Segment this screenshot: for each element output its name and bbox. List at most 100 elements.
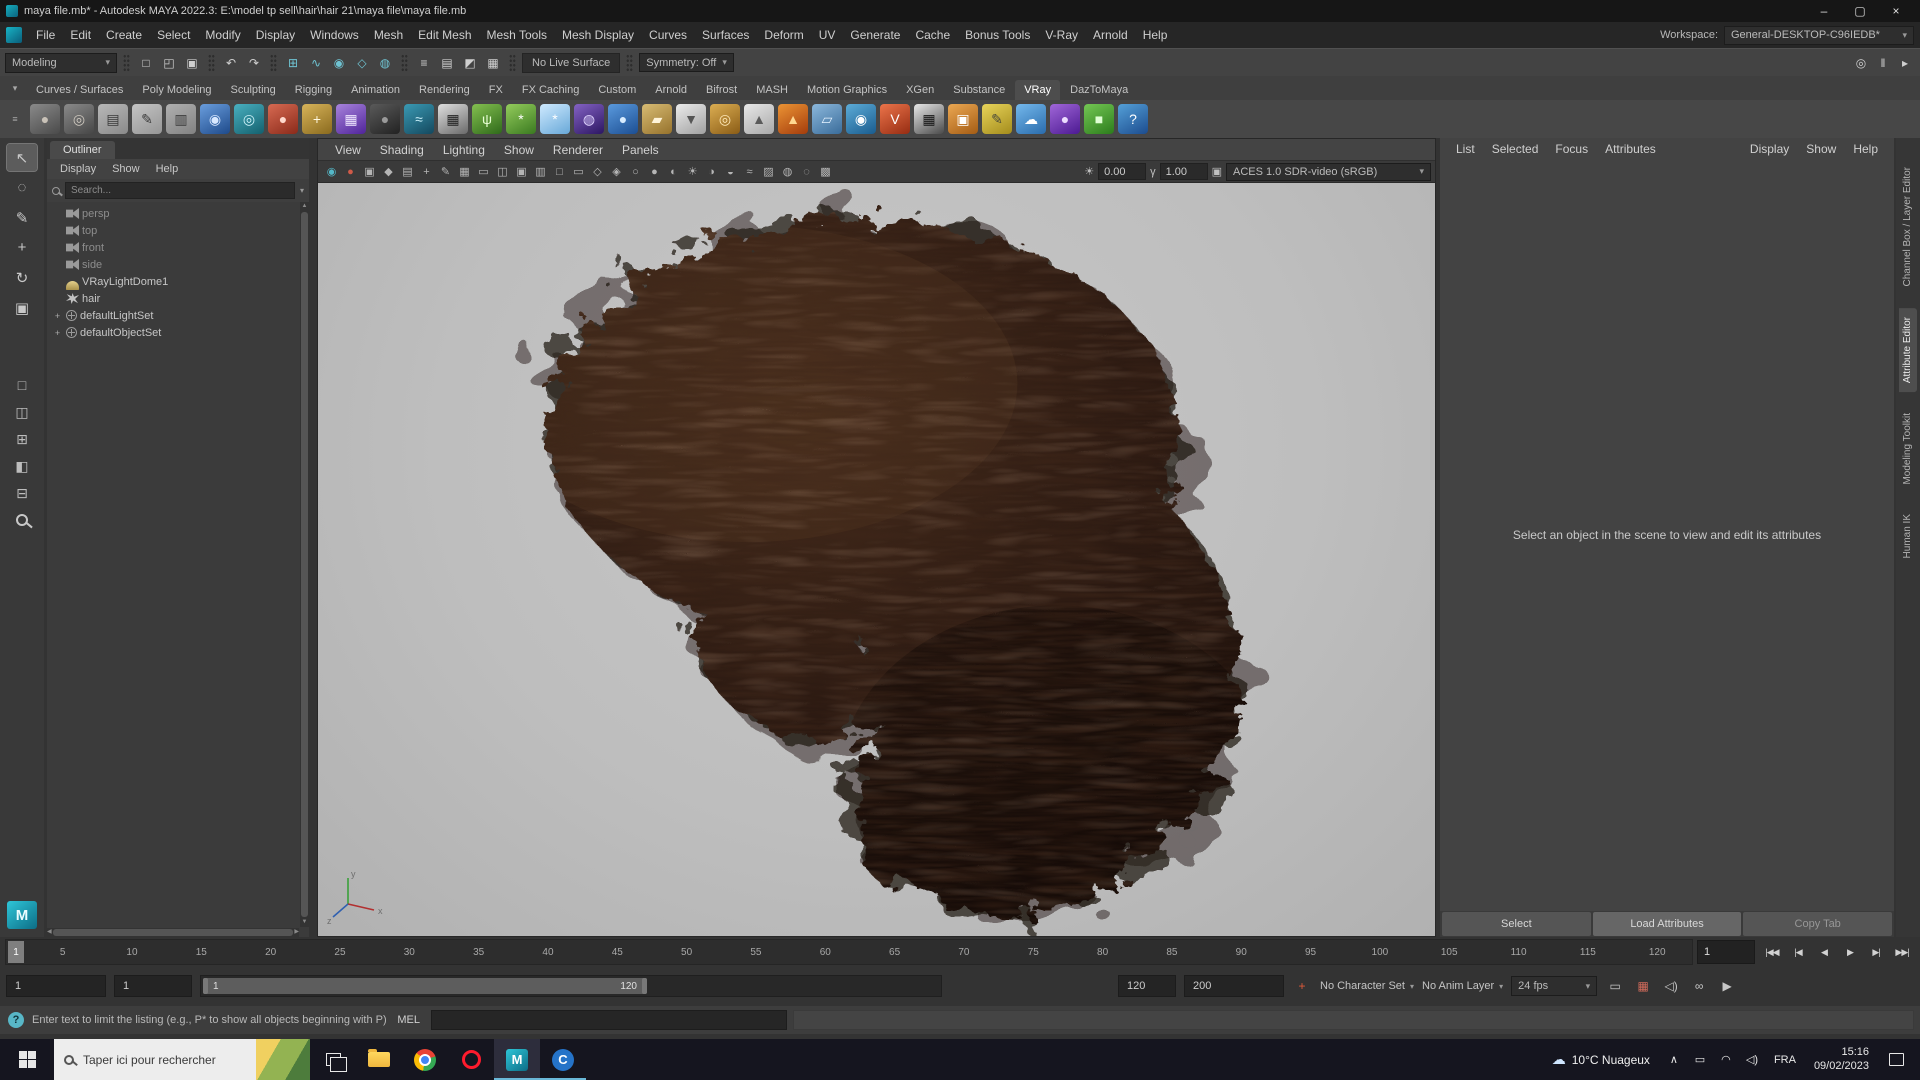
outliner-item[interactable]: persp xyxy=(47,205,299,222)
sidebar-tab[interactable]: Channel Box / Layer Editor xyxy=(1899,158,1917,296)
open-scene-icon[interactable]: ◰ xyxy=(159,53,179,73)
shelf-tab[interactable]: VRay xyxy=(1015,80,1061,100)
playback-start-field[interactable] xyxy=(114,975,192,997)
viewport-camera-icon[interactable]: ◉ xyxy=(322,163,341,181)
attribute-editor-button[interactable]: Load Attributes xyxy=(1592,912,1742,936)
gold-ring-icon[interactable]: ◎ xyxy=(710,104,740,134)
mute-audio-icon[interactable]: ◁) xyxy=(1661,976,1681,996)
shelf-tab[interactable]: Custom xyxy=(589,80,645,100)
play-backwards-button[interactable]: ◀ xyxy=(1811,940,1837,964)
snowflake-icon[interactable]: * xyxy=(540,104,570,134)
toolbar-grip[interactable] xyxy=(208,53,215,72)
language-indicator[interactable]: FRA xyxy=(1766,1054,1804,1066)
isolate-select-icon[interactable]: ◌ xyxy=(797,163,816,181)
menu-item[interactable]: Arnold xyxy=(1086,25,1135,45)
black-sphere-icon[interactable]: ● xyxy=(370,104,400,134)
menu-item[interactable]: Display xyxy=(249,25,302,45)
uv-checker-icon[interactable]: ▦ xyxy=(336,104,366,134)
menu-item[interactable]: Cache xyxy=(908,25,957,45)
maximize-button[interactable]: ▢ xyxy=(1842,1,1878,21)
daz-purple-icon[interactable]: ● xyxy=(1050,104,1080,134)
shelf-menu-icon[interactable]: ▾ xyxy=(4,83,26,94)
frame-all-icon[interactable]: ◇ xyxy=(588,163,607,181)
menu-item[interactable]: Surfaces xyxy=(695,25,756,45)
hypershade-icon[interactable]: ◩ xyxy=(460,53,480,73)
camera-attributes-icon[interactable]: ▣ xyxy=(360,163,379,181)
maya-taskbar-button[interactable]: M xyxy=(494,1039,540,1080)
multisample-icon[interactable]: ▨ xyxy=(759,163,778,181)
filter-chevron-icon[interactable]: ▾ xyxy=(300,186,304,195)
toolbar-grip[interactable] xyxy=(626,53,634,72)
move-tool[interactable]: + xyxy=(7,234,37,261)
menu-item[interactable]: Mesh Tools xyxy=(480,25,554,45)
exposure-field[interactable] xyxy=(1098,163,1147,180)
render-sphere-icon[interactable]: ● xyxy=(341,163,360,181)
shelf-tab[interactable]: MASH xyxy=(747,80,797,100)
grid-icon[interactable]: ▦ xyxy=(455,163,474,181)
outliner-search-input[interactable] xyxy=(65,182,295,199)
volume-icon[interactable]: ◁) xyxy=(1740,1039,1764,1080)
paint-selection-tool[interactable]: ✎ xyxy=(7,204,37,231)
image-plane-icon[interactable]: ▤ xyxy=(398,163,417,181)
fire-fx-icon[interactable]: ▲ xyxy=(778,104,808,134)
shelf-tab[interactable]: Arnold xyxy=(646,80,696,100)
menu-item[interactable]: Mesh Display xyxy=(555,25,641,45)
file-explorer-button[interactable] xyxy=(356,1039,402,1080)
vray-checker-icon[interactable]: ▦ xyxy=(914,104,944,134)
expand-toggle[interactable]: + xyxy=(52,328,63,338)
go-to-end-button[interactable]: ▶▶| xyxy=(1889,940,1915,964)
toolbar-grip[interactable] xyxy=(270,53,277,72)
auto-key-icon[interactable]: + xyxy=(1292,976,1312,996)
close-button[interactable]: × xyxy=(1878,1,1914,21)
shiny-sphere-icon[interactable]: ◉ xyxy=(200,104,230,134)
shelf-tab[interactable]: Rendering xyxy=(410,80,479,100)
resolution-gate-icon[interactable]: ◫ xyxy=(493,163,512,181)
workspace-select[interactable]: General-DESKTOP-C96IEDB* ▾ xyxy=(1724,25,1914,45)
outliner-item[interactable]: front xyxy=(47,239,299,256)
flower-icon[interactable]: * xyxy=(506,104,536,134)
task-view-button[interactable] xyxy=(310,1039,356,1080)
make-live-icon[interactable]: ◍ xyxy=(375,53,395,73)
fps-select[interactable]: 24 fps ▾ xyxy=(1511,976,1598,996)
gamma-icon[interactable]: γ xyxy=(1150,166,1156,178)
render-settings-icon[interactable]: ▤ xyxy=(437,53,457,73)
cone-primitive-icon[interactable]: ▲ xyxy=(744,104,774,134)
sketch-book-icon[interactable]: ✎ xyxy=(982,104,1012,134)
use-all-lights-icon[interactable]: ☀ xyxy=(683,163,702,181)
taskbar-search[interactable]: Taper ici pour rechercher xyxy=(54,1039,310,1080)
search-highlight-image[interactable] xyxy=(256,1039,310,1080)
scrollbar-thumb[interactable] xyxy=(52,929,294,936)
network-icon[interactable]: ◠ xyxy=(1714,1039,1738,1080)
fluid-sphere-icon[interactable]: ◉ xyxy=(846,104,876,134)
menu-item[interactable]: Deform xyxy=(757,25,810,45)
outliner-item[interactable]: + defaultObjectSet xyxy=(47,324,299,341)
toolbar-grip[interactable] xyxy=(123,53,130,72)
shadows-icon[interactable]: ◑ xyxy=(702,163,721,181)
scale-tool[interactable]: ▣ xyxy=(7,294,37,321)
menu-item[interactable]: Help xyxy=(1136,25,1175,45)
highlight-selection-icon[interactable]: ◎ xyxy=(1851,53,1871,73)
menu-item[interactable]: Modify xyxy=(198,25,247,45)
snap-to-curve-icon[interactable]: ∿ xyxy=(306,53,326,73)
attribute-editor-button[interactable]: Copy Tab xyxy=(1743,912,1893,936)
bookmark-icon[interactable]: ◆ xyxy=(379,163,398,181)
attribute-editor-menu-item[interactable]: Selected xyxy=(1484,140,1547,158)
menu-item[interactable]: Bonus Tools xyxy=(958,25,1037,45)
menu-item[interactable]: Windows xyxy=(303,25,366,45)
viewport-menu-item[interactable]: Shading xyxy=(371,141,433,159)
mel-command-input[interactable] xyxy=(430,1010,787,1030)
attribute-editor-menu-item[interactable]: List xyxy=(1448,140,1483,158)
menu-item[interactable]: V-Ray xyxy=(1038,25,1085,45)
pause-viewport-icon[interactable]: ‖ xyxy=(1873,53,1893,73)
exposure-icon[interactable]: ☀ xyxy=(1084,165,1094,178)
display-icon[interactable]: ▭ xyxy=(1688,1039,1712,1080)
viewport-canvas[interactable]: y x z xyxy=(318,183,1435,936)
toolbar-grip[interactable] xyxy=(509,53,516,72)
menu-set-select[interactable]: Modeling ▾ xyxy=(5,52,117,73)
construction-history-icon[interactable]: ≡ xyxy=(414,53,434,73)
toolbar-grip[interactable] xyxy=(401,53,408,72)
menu-item[interactable]: Curves xyxy=(642,25,694,45)
outliner-horizontal-scrollbar[interactable]: ◀ ▶ xyxy=(47,928,299,937)
step-back-frame-button[interactable]: |◀ xyxy=(1785,940,1811,964)
snap-to-point-icon[interactable]: ◉ xyxy=(329,53,349,73)
